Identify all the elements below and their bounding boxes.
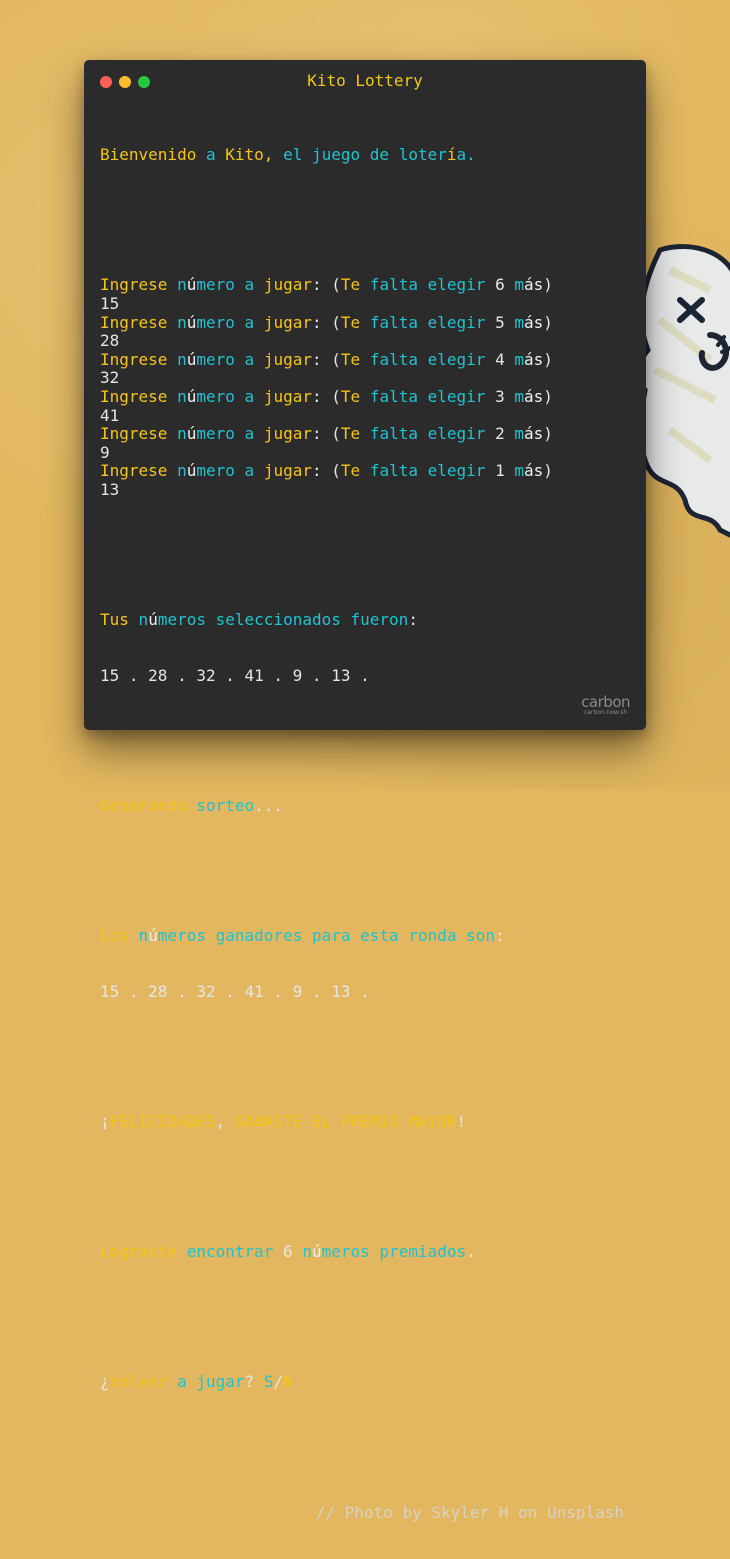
prompt-answer: 15 [100,293,120,313]
remaining-count: 1 [495,461,505,481]
selected-numbers: 15 . 28 . 32 . 41 . 9 . 13 . [100,665,370,685]
result-line: Lograste encontrar 6 números premiados. [100,1242,476,1262]
prompt-answer: 13 [100,479,120,499]
remaining-count: 4 [495,349,505,369]
play-again-line: ¿Volver a jugar? S/N [100,1372,293,1392]
prompt-answer: 41 [100,405,120,425]
remaining-count: 3 [495,386,505,406]
prompt-line: Ingrese número a jugar: (Te falta elegir… [100,312,553,332]
welcome-line: Bienvenido a Kito, el juego de lotería. [100,145,476,165]
prompt-answer: 32 [100,368,120,388]
prompt-line: Ingrese número a jugar: (Te falta elegir… [100,349,553,369]
selected-heading: Tus números seleccionados fueron: [100,610,418,630]
terminal-window: Kito Lottery Bienvenido a Kito, el juego… [84,60,646,1521]
prompt-answer: 28 [100,331,120,351]
window-title: Kito Lottery [307,71,423,90]
photo-credit-comment: // Photo by Skyler H on Unsplash [315,1502,624,1522]
terminal-output: Bienvenido a Kito, el juego de lotería. … [100,109,630,1559]
prompt-block: Ingrese número a jugar: (Te falta elegir… [100,276,630,499]
carbon-url: carbon.now.sh [583,709,628,716]
generating-line: Generando sorteo... [100,795,284,815]
congrats-line: ¡FELICIDADES, GANASTE EL PREMIO MAYOR! [100,1112,467,1132]
remaining-count: 6 [495,275,505,295]
prompt-line: Ingrese número a jugar: (Te falta elegir… [100,275,553,295]
prompt-answer: 9 [100,442,110,462]
prompt-line: Ingrese número a jugar: (Te falta elegir… [100,424,553,444]
prompt-line: Ingrese número a jugar: (Te falta elegir… [100,386,553,406]
remaining-count: 5 [495,312,505,332]
winning-numbers: 15 . 28 . 32 . 41 . 9 . 13 . [100,981,370,1001]
remaining-count: 2 [495,424,505,444]
prompt-line: Ingrese número a jugar: (Te falta elegir… [100,461,553,481]
carbon-logo: carbon carbon.now.sh [581,693,630,716]
title-bar: Kito Lottery [84,60,646,102]
winning-heading: Los números ganadores para esta ronda so… [100,926,505,946]
